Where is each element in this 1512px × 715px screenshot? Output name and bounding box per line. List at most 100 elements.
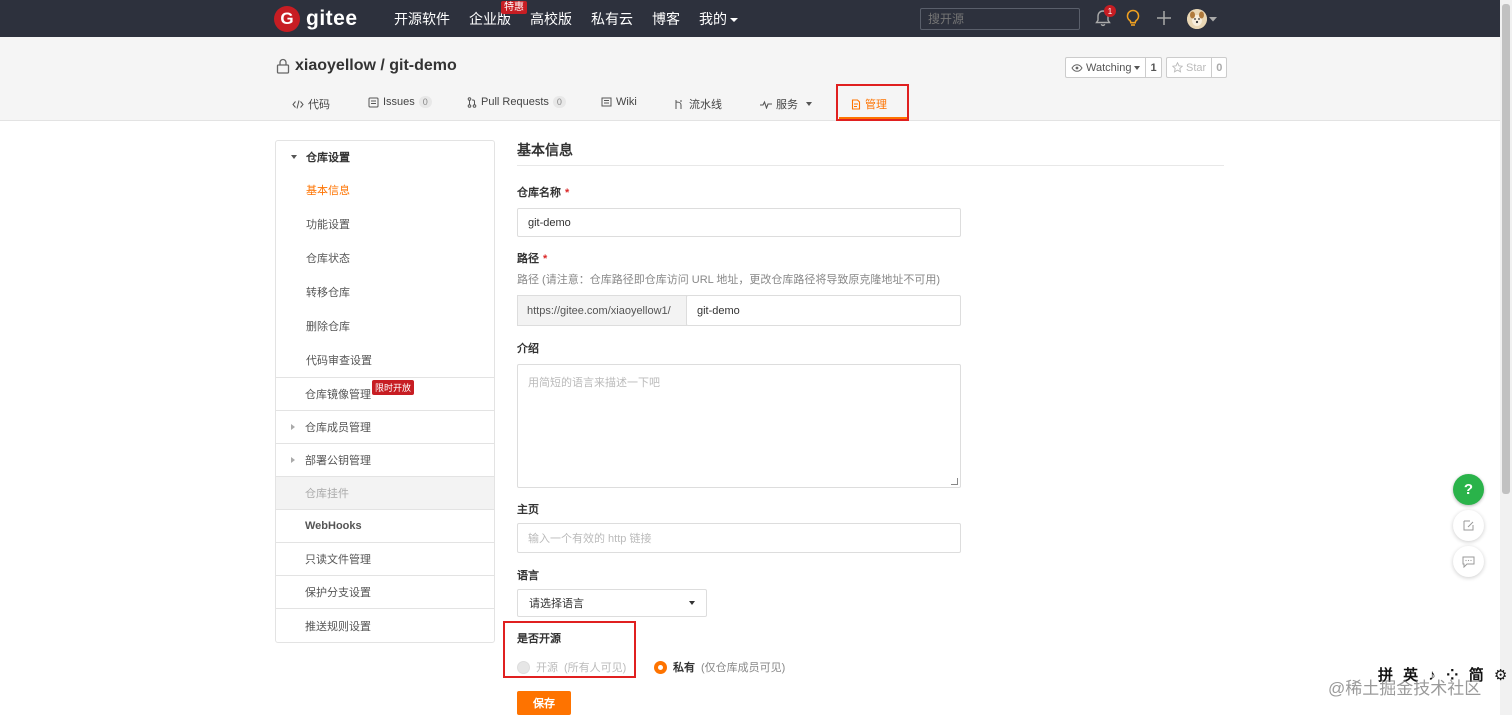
- sidebar-item-delete[interactable]: 删除仓库: [276, 309, 494, 343]
- issues-icon: [368, 97, 379, 107]
- chevron-down-icon: [806, 102, 812, 106]
- watch-button-label-wrap: Watching: [1066, 58, 1145, 77]
- sidebar-item-members[interactable]: 仓库成员管理: [276, 411, 494, 444]
- sidebar-item-members-label: 仓库成员管理: [305, 422, 371, 434]
- chevron-down-icon: [1134, 65, 1141, 70]
- sidebar-item-webhooks[interactable]: WebHooks: [276, 510, 494, 543]
- gitee-logo[interactable]: G gitee: [274, 6, 358, 32]
- section-title: 基本信息: [517, 140, 1224, 166]
- tab-code[interactable]: 代码: [292, 96, 330, 112]
- tab-issues-label: Issues: [383, 96, 415, 108]
- description-placeholder: 用简短的语言来描述一下吧: [528, 377, 660, 389]
- tab-pipeline-label: 流水线: [689, 99, 722, 111]
- help-button[interactable]: ?: [1453, 474, 1484, 505]
- star-icon: [1172, 62, 1183, 73]
- promo-badge: 特惠: [501, 0, 527, 14]
- radio-private[interactable]: 私有 (仅仓库成员可见): [654, 659, 785, 675]
- description-label: 介绍: [517, 343, 539, 355]
- star-count[interactable]: 0: [1211, 58, 1226, 77]
- description-textarea[interactable]: 用简短的语言来描述一下吧: [517, 364, 961, 488]
- radio-private-note: (仅仓库成员可见): [701, 662, 786, 674]
- watermark: @稀土掘金技术社区: [1328, 679, 1482, 698]
- chat-button[interactable]: [1453, 546, 1484, 577]
- nav-blog[interactable]: 博客: [652, 9, 680, 29]
- sidebar-item-readonly-files[interactable]: 只读文件管理: [276, 543, 494, 576]
- tab-pull-requests[interactable]: Pull Requests 0: [467, 96, 566, 108]
- watch-button[interactable]: Watching 1: [1065, 57, 1162, 78]
- nav-education[interactable]: 高校版: [530, 9, 572, 29]
- gitee-logo-icon: G: [274, 6, 300, 32]
- tab-wiki[interactable]: Wiki: [601, 96, 637, 108]
- sidebar-item-basic-info[interactable]: 基本信息: [276, 173, 494, 207]
- sidebar-item-features[interactable]: 功能设置: [276, 207, 494, 241]
- caret-right-icon: [291, 457, 295, 463]
- avatar-dog-icon: [1187, 9, 1207, 29]
- feedback-button[interactable]: [1453, 510, 1484, 541]
- nav-mine[interactable]: 我的: [699, 9, 738, 29]
- path-label: 路径 *: [517, 250, 547, 266]
- watch-label: Watching: [1086, 61, 1132, 74]
- avatar-dropdown-icon[interactable]: [1209, 17, 1217, 22]
- sidebar-group-title: 仓库设置: [306, 152, 350, 164]
- tab-code-label: 代码: [308, 99, 330, 111]
- repo-name-label: 仓库名称 *: [517, 184, 569, 200]
- nav-private-cloud[interactable]: 私有云: [591, 9, 633, 29]
- tab-services[interactable]: 服务: [760, 96, 812, 112]
- language-select-value: 请选择语言: [529, 598, 584, 610]
- watch-count[interactable]: 1: [1145, 58, 1160, 77]
- sidebar-item-repo-status[interactable]: 仓库状态: [276, 241, 494, 275]
- lock-icon: [276, 58, 290, 74]
- top-nav-links: 开源软件 企业版 特惠 高校版 私有云 博客 我的: [394, 0, 757, 37]
- sidebar-item-mirror[interactable]: 仓库镜像管理 限时开放: [276, 378, 494, 411]
- sidebar-item-deploy-keys[interactable]: 部署公钥管理: [276, 444, 494, 477]
- top-search-input[interactable]: [920, 8, 1080, 30]
- chevron-down-icon: [730, 17, 738, 22]
- avatar[interactable]: [1187, 9, 1207, 29]
- tab-issues[interactable]: Issues 0: [368, 96, 432, 108]
- star-label: Star: [1186, 61, 1207, 74]
- path-input[interactable]: git-demo: [686, 295, 961, 326]
- required-mark: *: [543, 253, 548, 265]
- language-select[interactable]: 请选择语言: [517, 589, 707, 617]
- homepage-input[interactable]: 输入一个有效的 http 链接: [517, 523, 961, 553]
- wiki-icon: [601, 97, 612, 107]
- path-prefix: https://gitee.com/xiaoyellow1/: [517, 295, 687, 326]
- repo-name-input[interactable]: git-demo: [517, 208, 961, 237]
- resize-handle-icon[interactable]: [951, 478, 958, 485]
- tab-pipeline[interactable]: 流水线: [674, 96, 722, 112]
- top-navbar: G gitee 开源软件 企业版特惠 高校版 私有云 博客 我的 1: [0, 0, 1500, 37]
- eye-icon: [1071, 63, 1083, 72]
- sidebar-item-deploy-keys-label: 部署公钥管理: [305, 455, 371, 467]
- scrollbar-thumb[interactable]: [1502, 4, 1510, 494]
- sidebar-group-header[interactable]: 仓库设置: [276, 141, 494, 173]
- language-label: 语言: [517, 570, 539, 582]
- chevron-down-icon: [689, 601, 695, 605]
- sidebar-item-mirror-label: 仓库镜像管理: [305, 389, 371, 401]
- nav-enterprise[interactable]: 企业版 特惠: [469, 0, 527, 29]
- page-scrollbar[interactable]: [1500, 0, 1512, 715]
- lightbulb-icon[interactable]: [1125, 9, 1141, 28]
- limited-badge: 限时开放: [372, 380, 415, 395]
- pipeline-icon: [675, 99, 682, 109]
- star-button[interactable]: Star 0: [1166, 57, 1228, 78]
- star-button-label-wrap: Star: [1167, 58, 1211, 77]
- sidebar-item-widgets: 仓库挂件: [276, 477, 494, 510]
- tab-wiki-label: Wiki: [616, 96, 637, 108]
- repo-header: xiaoyellow / git-demo Watching 1 Star 0 …: [0, 37, 1500, 121]
- homepage-label: 主页: [517, 504, 539, 516]
- settings-form-header: 基本信息: [517, 140, 1224, 166]
- plus-icon[interactable]: [1156, 9, 1172, 27]
- save-button[interactable]: 保存: [517, 691, 571, 715]
- pull-request-icon: [467, 96, 477, 108]
- sidebar-item-protected-branches[interactable]: 保护分支设置: [276, 576, 494, 609]
- sidebar-item-transfer[interactable]: 转移仓库: [276, 275, 494, 309]
- highlight-box-manage-tab: [836, 84, 909, 121]
- sidebar-item-push-rules[interactable]: 推送规则设置: [276, 609, 494, 642]
- pull-requests-count-badge: 0: [552, 96, 566, 108]
- repo-title: xiaoyellow / git-demo: [276, 57, 457, 75]
- repo-name-label-text: 仓库名称: [517, 187, 561, 199]
- nav-open-source[interactable]: 开源软件: [394, 9, 450, 29]
- gitee-logo-text: gitee: [306, 7, 358, 30]
- repo-title-link[interactable]: xiaoyellow / git-demo: [295, 57, 457, 75]
- sidebar-item-code-review[interactable]: 代码审查设置: [276, 343, 494, 377]
